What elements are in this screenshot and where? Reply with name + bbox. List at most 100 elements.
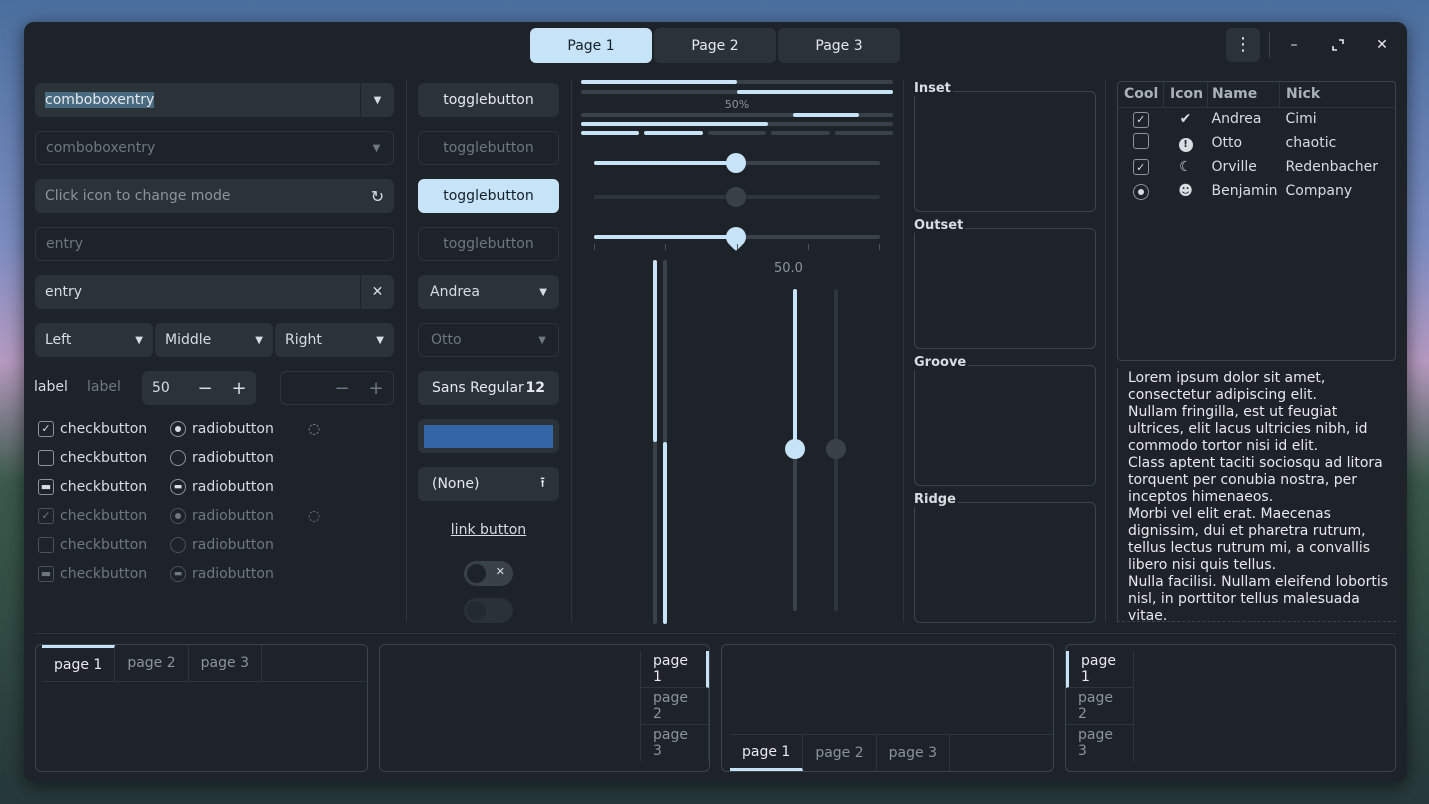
row-nick: Redenbacher (1285, 159, 1379, 175)
file-chooser-label: (None) (432, 476, 480, 492)
checkbox-mixed[interactable]: ▬ (38, 478, 54, 495)
scale-knob[interactable] (785, 439, 805, 459)
check-radio-grid: ✓ checkbutton radiobutton ◌ checkbutton radi… (38, 414, 338, 588)
font-size: 12 (525, 380, 545, 396)
cool-checkbox[interactable]: ✓ (1132, 111, 1149, 128)
close-button[interactable]: ✕ (1365, 28, 1399, 62)
comboboxentry-1-text[interactable]: comboboxentry (35, 92, 360, 108)
entry-text[interactable]: entry (35, 284, 360, 300)
row-name: Otto (1211, 135, 1243, 151)
notebook-tab-page-1[interactable]: page 1 (1066, 651, 1133, 688)
notebook-tab-page-2[interactable]: page 2 (803, 735, 877, 771)
row-name: Orville (1211, 159, 1257, 175)
text-view[interactable]: Lorem ipsum dolor sit amet, consectetur … (1117, 368, 1396, 622)
column-header-name[interactable]: Name (1207, 82, 1280, 107)
notebook-tab-page-2[interactable]: page 2 (115, 645, 189, 681)
tree-view[interactable]: Cool Icon Name Nick ✓ ✔ Andrea Cimi ! Ot… (1117, 81, 1396, 361)
spin-button-disabled: − + (280, 371, 394, 405)
togglebutton-1[interactable]: togglebutton (418, 83, 559, 117)
column-header-cool[interactable]: Cool (1118, 82, 1164, 107)
tab-page-1[interactable]: Page 1 (530, 28, 652, 63)
file-chooser-button[interactable]: (None) ⭱ (418, 467, 559, 501)
tab-page-2[interactable]: Page 2 (654, 28, 776, 63)
minus-icon: − (334, 377, 350, 399)
comboboxentry-2-disabled: comboboxentry ▼ (35, 131, 394, 165)
radio-selected[interactable] (170, 420, 186, 437)
notebook-tab-page-3[interactable]: page 3 (189, 645, 262, 681)
hscale-1[interactable] (594, 153, 880, 173)
maximize-button[interactable] (1321, 28, 1355, 62)
combo-middle[interactable]: Middle ▼ (155, 323, 273, 357)
entry-clearable[interactable]: entry ✕ (35, 275, 394, 309)
radiobutton-label: radiobutton (192, 507, 274, 524)
checkbox-unchecked[interactable] (38, 449, 54, 466)
radiobutton-label: radiobutton (192, 536, 274, 553)
row-nick: Company (1285, 183, 1353, 199)
plus-icon: + (368, 377, 384, 399)
radio-unselected[interactable] (170, 449, 186, 466)
notebook-tab-page-1[interactable]: page 1 (730, 735, 804, 771)
cool-checkbox[interactable]: ✓ (1132, 159, 1149, 176)
radio-mixed[interactable]: ▬ (170, 478, 186, 495)
row-nick: Cimi (1285, 111, 1317, 128)
vscale-1[interactable] (785, 289, 805, 611)
combo-left[interactable]: Left ▼ (35, 323, 153, 357)
font-name: Sans Regular (432, 380, 524, 396)
checkbox-checked[interactable]: ✓ (38, 420, 54, 437)
tab-page-3[interactable]: Page 3 (778, 28, 900, 63)
close-icon: ✕ (1376, 37, 1388, 53)
plus-icon[interactable]: + (222, 378, 256, 399)
notebook-tab-page-2[interactable]: page 2 (641, 688, 709, 725)
table-row[interactable]: ! Otto chaotic (1118, 131, 1395, 155)
tree-header: Cool Icon Name Nick (1118, 82, 1395, 107)
notebook-tab-page-1[interactable]: page 1 (42, 645, 116, 681)
menu-button[interactable]: ⋮ (1226, 28, 1260, 62)
combo-otto-disabled: Otto ▼ (418, 323, 559, 357)
comboboxentry-1[interactable]: comboboxentry ▼ (35, 83, 394, 117)
progress-label: 50% (724, 98, 750, 111)
table-row[interactable]: ☻ Benjamin Company (1118, 179, 1395, 203)
minimize-button[interactable]: – (1277, 28, 1311, 62)
chevron-down-icon: ▼ (538, 334, 546, 346)
dropdown-arrow: ▼ (360, 132, 393, 164)
minus-icon[interactable]: − (188, 378, 222, 399)
notebook-tab-page-1[interactable]: page 1 (641, 651, 709, 688)
radiobutton-label: radiobutton (192, 565, 274, 582)
table-row[interactable]: ✓ ✔ Andrea Cimi (1118, 107, 1395, 131)
radiobutton-label: radiobutton (192, 449, 274, 466)
clear-button[interactable]: ✕ (360, 275, 394, 309)
radio-unselected-disabled (170, 536, 186, 553)
spin-button[interactable]: 50 − + (142, 371, 256, 405)
refresh-button[interactable]: ↻ (361, 179, 394, 213)
mode-entry[interactable]: Click icon to change mode ↻ (35, 179, 394, 213)
color-button[interactable] (418, 419, 559, 453)
label-2: label (87, 379, 121, 395)
switch-off-disabled (464, 598, 513, 623)
scale-knob[interactable] (726, 153, 746, 173)
mode-entry-placeholder[interactable]: Click icon to change mode (35, 188, 361, 204)
vscale-value: 50.0 (774, 261, 803, 276)
combo-andrea[interactable]: Andrea ▼ (418, 275, 559, 309)
combo-andrea-label: Andrea (430, 284, 480, 300)
cool-checkbox[interactable] (1132, 133, 1149, 149)
switch-off-icon: ✕ (495, 565, 505, 578)
table-row[interactable]: ✓ ☾ Orville Redenbacher (1118, 155, 1395, 179)
column-header-nick[interactable]: Nick (1280, 82, 1396, 107)
link-button[interactable]: link button (418, 522, 559, 538)
scale-knob (826, 439, 846, 459)
font-button[interactable]: Sans Regular 12 (418, 371, 559, 405)
notebook-tab-page-3[interactable]: page 3 (641, 725, 709, 761)
spin-value[interactable]: 50 (142, 380, 188, 396)
text-view-content[interactable]: Lorem ipsum dolor sit amet, consectetur … (1118, 368, 1396, 621)
notebook-tab-page-2[interactable]: page 2 (1066, 688, 1133, 725)
togglebutton-3-active[interactable]: togglebutton (418, 179, 559, 213)
face-icon: ☻ (1178, 183, 1193, 199)
column-separator (571, 80, 572, 622)
notebook-tab-page-3[interactable]: page 3 (877, 735, 950, 771)
column-header-icon[interactable]: Icon (1163, 82, 1208, 107)
dropdown-arrow-button[interactable]: ▼ (360, 83, 394, 117)
combo-right[interactable]: Right ▼ (275, 323, 394, 357)
cool-radio[interactable] (1132, 183, 1149, 200)
notebook-tab-page-3[interactable]: page 3 (1066, 725, 1133, 761)
switch-off[interactable]: ✕ (464, 561, 513, 586)
